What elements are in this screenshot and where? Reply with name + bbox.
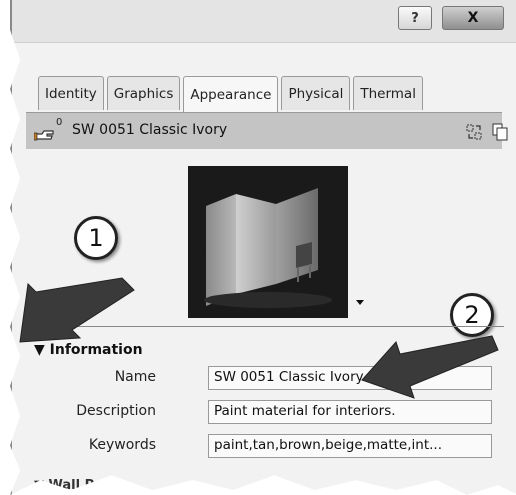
preview-image	[188, 166, 348, 318]
help-button[interactable]: ?	[398, 6, 432, 30]
appearance-preview-thumbnail[interactable]	[188, 166, 348, 318]
tab-graphics[interactable]: Graphics	[106, 76, 181, 110]
information-header-label: Information	[49, 342, 143, 358]
tab-identity[interactable]: Identity	[38, 76, 104, 110]
collapse-triangle-icon: ▼	[34, 478, 44, 493]
hand-icon	[34, 130, 54, 141]
description-field[interactable]: Paint material for interiors.	[208, 400, 492, 424]
information-section-header[interactable]: ▼ Information	[34, 342, 143, 358]
collapse-triangle-icon: ▼	[34, 342, 45, 358]
name-row: Name SW 0051 Classic Ivory	[26, 366, 496, 390]
asset-header: 0 SW 0051 Classic Ivory	[26, 112, 508, 149]
wall-paint-header-label: Wall Paint	[48, 478, 123, 493]
title-bar: ? X	[12, 0, 516, 43]
close-button[interactable]: X	[442, 6, 504, 30]
tab-thermal[interactable]: Thermal	[353, 76, 423, 110]
arrow-1-icon	[19, 277, 135, 343]
description-label: Description	[76, 403, 156, 419]
duplicate-asset-icon[interactable]	[492, 123, 508, 141]
name-field[interactable]: SW 0051 Classic Ivory	[208, 366, 492, 390]
callout-marker-1: 1	[74, 216, 118, 260]
keywords-label: Keywords	[88, 437, 156, 453]
section-divider	[26, 326, 504, 327]
tab-appearance[interactable]: Appearance	[183, 76, 279, 112]
tab-strip: Identity Graphics Appearance Physical Th…	[38, 76, 423, 112]
description-row: Description Paint material for interiors…	[26, 400, 496, 424]
tab-physical[interactable]: Physical	[281, 76, 351, 110]
material-browser-dialog: ? X Identity Graphics Appearance Physica…	[10, 0, 516, 495]
preview-dropdown-icon[interactable]	[356, 300, 364, 305]
name-label: Name	[114, 369, 156, 385]
usage-count: 0	[56, 117, 63, 128]
replace-asset-icon[interactable]	[466, 124, 482, 140]
callout-marker-2: 2	[450, 293, 494, 337]
wall-paint-section-header[interactable]: ▼ Wall Paint	[34, 478, 123, 493]
asset-name: SW 0051 Classic Ivory	[72, 122, 228, 138]
keywords-field[interactable]: paint,tan,brown,beige,matte,int...	[208, 434, 492, 458]
keywords-row: Keywords paint,tan,brown,beige,matte,int…	[26, 434, 496, 458]
